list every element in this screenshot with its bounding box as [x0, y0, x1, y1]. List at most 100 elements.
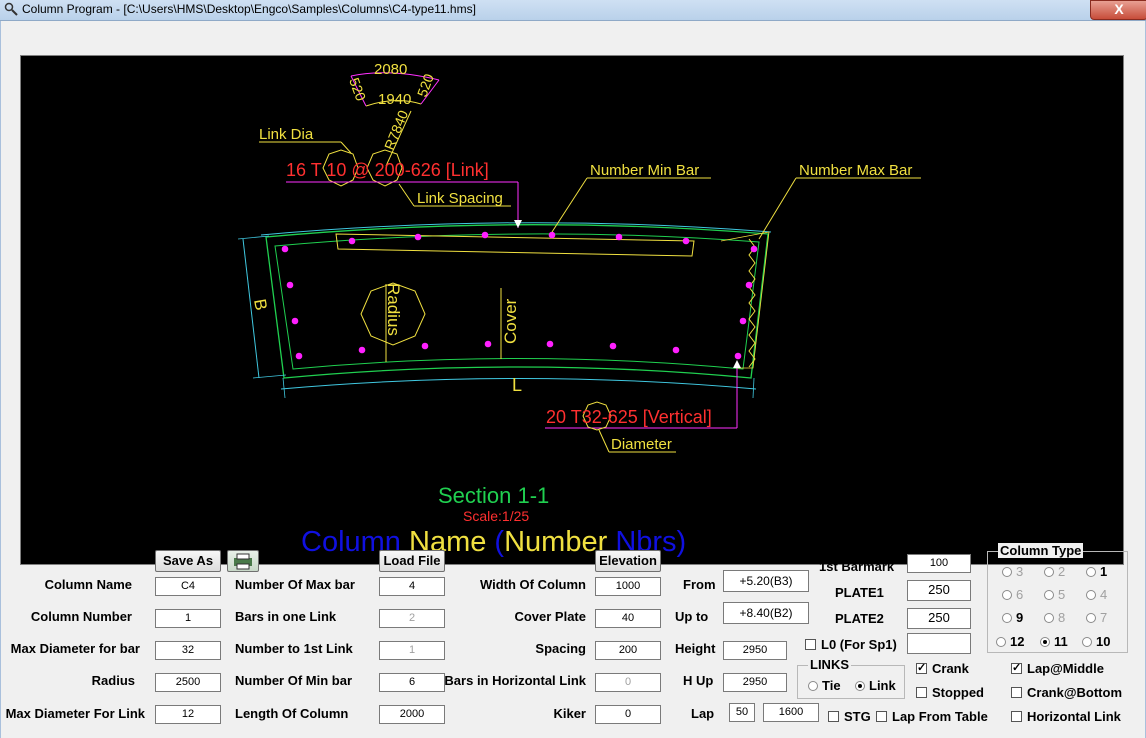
- horizontal-link-checkbox[interactable]: Horizontal Link: [1011, 709, 1121, 724]
- number-first-link-label: Number to 1st Link: [235, 641, 353, 656]
- max-diameter-link-label: Max Diameter For Link: [5, 706, 145, 721]
- elevation-button[interactable]: Elevation: [595, 550, 661, 572]
- printer-icon: [234, 553, 252, 570]
- number-max-bar-label: Number Max Bar: [799, 162, 912, 179]
- first-barmark-field[interactable]: 100: [907, 554, 971, 573]
- crank-checkbox-box: ✓: [916, 662, 927, 674]
- vertical-annotation: 20 T32-625 [Vertical]: [546, 407, 712, 427]
- dim-520-left: 520: [346, 76, 369, 104]
- section-title: Section 1-1: [438, 483, 549, 508]
- number-min-bar-label: Number Min Bar: [590, 162, 699, 179]
- bars-one-link-field[interactable]: 2: [379, 609, 445, 628]
- links-group-title: LINKS: [808, 657, 851, 672]
- scale-label: Scale:1/25: [463, 508, 529, 524]
- links-tie-radio[interactable]: Tie: [808, 678, 841, 693]
- type-8-radio[interactable]: 8: [1044, 610, 1065, 625]
- lap-from-table-checkbox[interactable]: Lap From Table: [876, 709, 988, 724]
- type-10-radio[interactable]: 10: [1082, 634, 1110, 649]
- cover-label: Cover: [501, 298, 520, 344]
- type-11-radio[interactable]: 11: [1040, 634, 1068, 649]
- type-5-radio[interactable]: 5: [1044, 587, 1065, 602]
- lap-middle-box: ✓: [1011, 662, 1022, 674]
- save-as-button[interactable]: Save As: [155, 550, 221, 572]
- upto-label: Up to: [675, 609, 709, 624]
- lap-label: Lap: [691, 706, 715, 721]
- dim-2080: 2080: [374, 61, 407, 78]
- window-title: Column Program - [C:\Users\HMS\Desktop\E…: [22, 2, 476, 16]
- crank-bottom-checkbox[interactable]: Crank@Bottom: [1011, 685, 1122, 700]
- bars-horizontal-link-field[interactable]: 0: [595, 673, 661, 692]
- number-first-link-field[interactable]: 1: [379, 641, 445, 660]
- link-dia-label: Link Dia: [259, 126, 314, 143]
- number-min-bar-field[interactable]: 6: [379, 673, 445, 692]
- links-link-radio[interactable]: Link: [855, 678, 896, 693]
- column-number-label: Column Number: [30, 609, 132, 624]
- l-label: L: [512, 375, 522, 395]
- column-name-field[interactable]: C4: [155, 577, 221, 596]
- type-6-radio[interactable]: 6: [1002, 587, 1023, 602]
- drawing-canvas: 2080 1940 520 520 R7840 Link Dia 16 T 10…: [20, 55, 1124, 565]
- width-column-label: Width Of Column: [479, 577, 586, 592]
- type-12-radio[interactable]: 12: [996, 634, 1024, 649]
- close-button[interactable]: X: [1090, 0, 1146, 20]
- upto-field[interactable]: +8.40(B2): [723, 602, 809, 624]
- l0-checkbox[interactable]: L0 (For Sp1): [805, 637, 897, 652]
- height-label: Height: [675, 641, 716, 656]
- horizontal-link-box: [1011, 711, 1022, 722]
- crank-bottom-box: [1011, 687, 1022, 698]
- hup-label: H Up: [683, 673, 714, 688]
- type-2-radio[interactable]: 2: [1044, 564, 1065, 579]
- plate1-label: PLATE1: [835, 585, 884, 600]
- type-9-radio[interactable]: 9: [1002, 610, 1023, 625]
- radius-label: Radius: [384, 283, 403, 336]
- lap-from-table-box: [876, 711, 887, 722]
- number-min-bar-label: Number Of Min bar: [235, 673, 353, 688]
- tie-radio-dot: [808, 680, 818, 691]
- length-column-field[interactable]: 2000: [379, 705, 445, 724]
- title-bar: Column Program - [C:\Users\HMS\Desktop\E…: [0, 0, 1146, 21]
- type-4-radio[interactable]: 4: [1086, 587, 1107, 602]
- print-button[interactable]: [227, 550, 259, 572]
- app-icon: [4, 2, 18, 16]
- bars-one-link-label: Bars in one Link: [235, 609, 337, 624]
- l0-field[interactable]: [907, 633, 971, 654]
- l0-checkbox-box: [805, 639, 816, 650]
- dim-1940: 1940: [378, 91, 411, 108]
- plate2-field[interactable]: 250: [907, 608, 971, 629]
- b-label: B: [250, 297, 271, 311]
- lap-field-1[interactable]: 50: [729, 703, 755, 722]
- column-number-field[interactable]: 1: [155, 609, 221, 628]
- crank-checkbox[interactable]: ✓ Crank: [916, 661, 969, 676]
- plate1-field[interactable]: 250: [907, 580, 971, 601]
- link-annotation: 16 T 10 @ 200-626 [Link]: [286, 160, 489, 180]
- cover-plate-label: Cover Plate: [514, 609, 586, 624]
- type-7-radio[interactable]: 7: [1086, 610, 1107, 625]
- hup-field[interactable]: 2950: [723, 673, 787, 692]
- from-label: From: [683, 577, 716, 592]
- max-diameter-link-field[interactable]: 12: [155, 705, 221, 724]
- column-type-title: Column Type: [998, 543, 1084, 558]
- kiker-field[interactable]: 0: [595, 705, 661, 724]
- cover-plate-field[interactable]: 40: [595, 609, 661, 628]
- kiker-label: Kiker: [553, 706, 586, 721]
- number-max-bar-label: Number Of Max bar: [235, 577, 355, 592]
- from-field[interactable]: +5.20(B3): [723, 570, 809, 592]
- number-max-bar-field[interactable]: 4: [379, 577, 445, 596]
- lap-middle-checkbox[interactable]: ✓ Lap@Middle: [1011, 661, 1104, 676]
- stopped-checkbox[interactable]: Stopped: [916, 685, 984, 700]
- height-field[interactable]: 2950: [723, 641, 787, 660]
- stg-checkbox[interactable]: STG: [828, 709, 871, 724]
- spacing-field[interactable]: 200: [595, 641, 661, 660]
- type-3-radio[interactable]: 3: [1002, 564, 1023, 579]
- section-drawing: 2080 1940 520 520 R7840 Link Dia 16 T 10…: [237, 61, 921, 558]
- length-column-label: Length Of Column: [235, 706, 349, 721]
- width-column-field[interactable]: 1000: [595, 577, 661, 596]
- max-diameter-bar-field[interactable]: 32: [155, 641, 221, 660]
- load-file-button[interactable]: Load File: [379, 550, 445, 572]
- links-group: LINKS Tie Link: [797, 657, 905, 699]
- radius-field-label: Radius: [91, 673, 135, 688]
- radius-field[interactable]: 2500: [155, 673, 221, 692]
- lap-field-2[interactable]: 1600: [763, 703, 819, 722]
- dim-r7840: R7840: [381, 108, 411, 152]
- type-1-radio[interactable]: 1: [1086, 564, 1107, 579]
